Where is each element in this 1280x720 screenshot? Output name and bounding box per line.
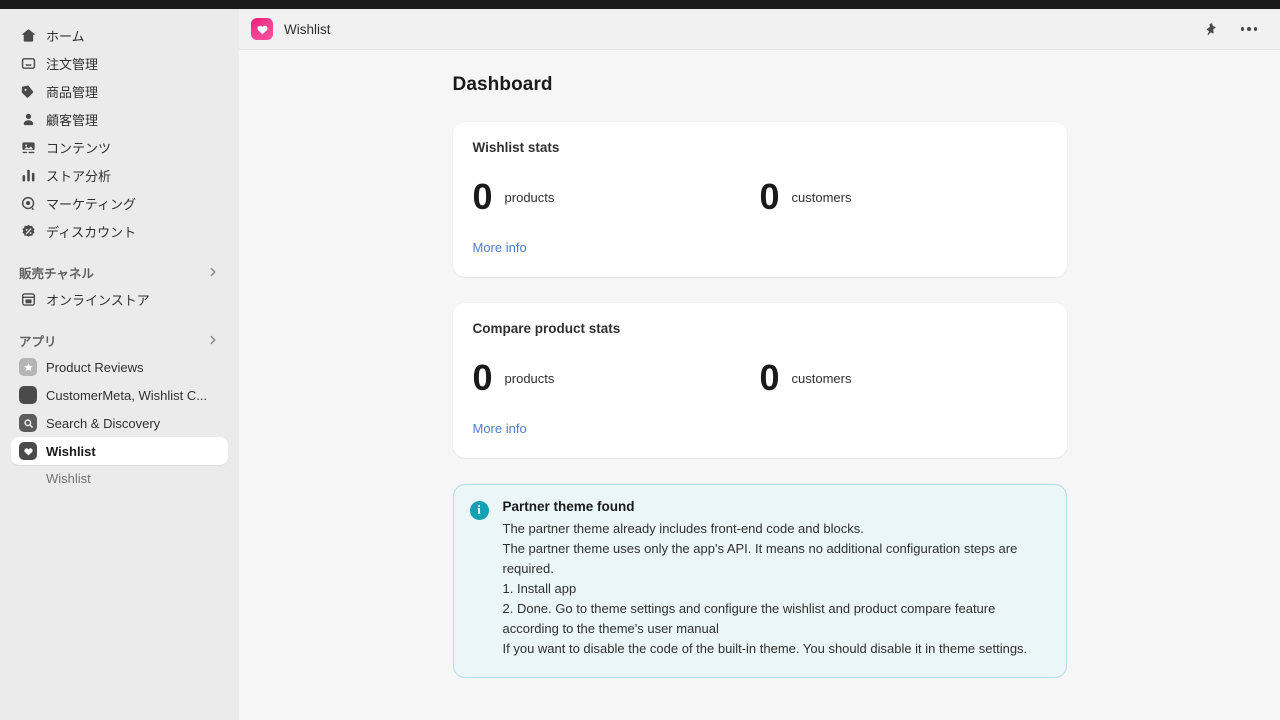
banner-line: If you want to disable the code of the b… bbox=[502, 641, 1028, 656]
partner-theme-banner: i Partner theme found The partner theme … bbox=[452, 484, 1067, 678]
discount-badge-icon bbox=[19, 222, 37, 240]
stat-unit: products bbox=[504, 189, 555, 205]
stat-customers: 0 customers bbox=[760, 360, 1047, 396]
stat-value: 0 bbox=[472, 176, 493, 217]
stats-row: 0 products 0 customers bbox=[473, 360, 1047, 396]
stat-value: 0 bbox=[759, 176, 780, 217]
home-icon bbox=[19, 26, 37, 44]
more-info-link[interactable]: More info bbox=[473, 421, 527, 436]
card-title: Compare product stats bbox=[472, 321, 621, 336]
sidebar-section-title: 販売チャネル bbox=[19, 266, 94, 281]
compare-product-stats-card: Compare product stats 0 products 0 custo… bbox=[452, 303, 1067, 458]
app-shell: ホーム 注文管理 商品管理 顧客管理 コンテンツ ストア分析 マーケティング デ… bbox=[0, 9, 1280, 720]
sidebar-item-home[interactable]: ホーム bbox=[11, 21, 228, 49]
sidebar-item-label: Search & Discovery bbox=[46, 415, 161, 431]
banner-line: 2. Done. Go to theme settings and config… bbox=[502, 601, 996, 636]
banner-line: The partner theme already includes front… bbox=[502, 521, 864, 536]
banner-line: 1. Install app bbox=[502, 581, 577, 596]
app-header-title: Wishlist bbox=[284, 21, 331, 37]
sidebar-item-orders[interactable]: 注文管理 bbox=[11, 49, 228, 77]
sidebar-item-label: ディスカウント bbox=[46, 224, 137, 240]
card-title: Wishlist stats bbox=[472, 140, 560, 155]
product-tag-icon bbox=[19, 82, 37, 100]
sidebar-item-label: 商品管理 bbox=[46, 84, 99, 100]
stat-value: 0 bbox=[759, 357, 780, 398]
analytics-bar-chart-icon bbox=[19, 166, 37, 184]
stat-customers: 0 customers bbox=[760, 179, 1047, 215]
wishlist-app-icon bbox=[251, 18, 273, 40]
stat-products: 0 products bbox=[473, 179, 760, 215]
square-app-icon bbox=[19, 386, 37, 404]
sidebar-item-label: 顧客管理 bbox=[46, 112, 99, 128]
pin-icon[interactable] bbox=[1200, 18, 1222, 40]
sidebar-item-label: Product Reviews bbox=[46, 359, 144, 375]
stats-row: 0 products 0 customers bbox=[473, 179, 1047, 215]
sidebar: ホーム 注文管理 商品管理 顧客管理 コンテンツ ストア分析 マーケティング デ… bbox=[0, 9, 239, 720]
sidebar-section-sales-channels[interactable]: 販売チャネル bbox=[11, 259, 228, 285]
page-content: Dashboard Wishlist stats 0 products 0 cu… bbox=[239, 50, 1280, 720]
sidebar-section-title: アプリ bbox=[19, 334, 57, 349]
app-header-left: Wishlist bbox=[251, 18, 1200, 40]
sidebar-item-label: ホーム bbox=[46, 28, 85, 44]
star-app-icon bbox=[19, 358, 37, 376]
sidebar-subitem-wishlist[interactable]: Wishlist bbox=[11, 465, 228, 491]
sidebar-item-marketing[interactable]: マーケティング bbox=[11, 189, 228, 217]
stat-unit: products bbox=[504, 370, 555, 386]
more-info-link[interactable]: More info bbox=[473, 240, 527, 255]
marketing-target-icon bbox=[19, 194, 37, 212]
customer-person-icon bbox=[19, 110, 37, 128]
sidebar-item-label: マーケティング bbox=[46, 196, 136, 212]
sidebar-item-label: ストア分析 bbox=[46, 168, 112, 184]
search-app-icon bbox=[19, 414, 37, 432]
sidebar-subitem-label: Wishlist bbox=[46, 470, 91, 486]
chevron-right-icon[interactable] bbox=[206, 265, 220, 279]
sidebar-item-label: CustomerMeta, Wishlist C... bbox=[46, 387, 208, 403]
stat-unit: customers bbox=[791, 189, 852, 205]
chevron-right-icon[interactable] bbox=[206, 333, 220, 347]
sidebar-item-customermeta[interactable]: CustomerMeta, Wishlist C... bbox=[11, 381, 228, 409]
sidebar-item-label: 注文管理 bbox=[46, 56, 99, 72]
sidebar-item-search-discovery[interactable]: Search & Discovery bbox=[11, 409, 228, 437]
info-icon: i bbox=[469, 501, 489, 520]
sidebar-item-analytics[interactable]: ストア分析 bbox=[11, 161, 228, 189]
more-horizontal-icon[interactable] bbox=[1238, 18, 1260, 40]
sidebar-item-wishlist[interactable]: Wishlist bbox=[11, 437, 228, 465]
online-store-icon bbox=[19, 290, 37, 308]
sidebar-item-label: コンテンツ bbox=[46, 140, 112, 156]
stat-unit: customers bbox=[791, 370, 852, 386]
sidebar-main-nav: ホーム 注文管理 商品管理 顧客管理 コンテンツ ストア分析 マーケティング デ… bbox=[0, 21, 239, 245]
main-area: Wishlist Dashboard Wishlist stats 0 prod… bbox=[239, 9, 1280, 720]
sidebar-section-apps[interactable]: アプリ bbox=[11, 327, 228, 353]
sidebar-item-discounts[interactable]: ディスカウント bbox=[11, 217, 228, 245]
sidebar-item-products[interactable]: 商品管理 bbox=[11, 77, 228, 105]
wishlist-stats-card: Wishlist stats 0 products 0 customers Mo… bbox=[452, 122, 1067, 277]
heart-app-icon bbox=[19, 442, 37, 460]
window-top-strip bbox=[0, 0, 1280, 9]
sidebar-item-label: Wishlist bbox=[46, 443, 96, 459]
stat-products: 0 products bbox=[473, 360, 760, 396]
sidebar-item-content[interactable]: コンテンツ bbox=[11, 133, 228, 161]
banner-body: Partner theme found The partner theme al… bbox=[503, 499, 1050, 659]
orders-inbox-icon bbox=[19, 54, 37, 72]
page-container: Dashboard Wishlist stats 0 products 0 cu… bbox=[452, 74, 1067, 678]
app-header-actions bbox=[1200, 18, 1260, 40]
app-header-bar: Wishlist bbox=[239, 9, 1280, 50]
sidebar-item-customers[interactable]: 顧客管理 bbox=[11, 105, 228, 133]
stat-value: 0 bbox=[472, 357, 493, 398]
banner-line: The partner theme uses only the app's AP… bbox=[502, 541, 1018, 576]
content-media-icon bbox=[19, 138, 37, 156]
banner-title: Partner theme found bbox=[502, 499, 635, 514]
sidebar-item-label: オンラインストア bbox=[46, 292, 150, 308]
sidebar-item-product-reviews[interactable]: Product Reviews bbox=[11, 353, 228, 381]
sidebar-item-online-store[interactable]: オンラインストア bbox=[11, 285, 228, 313]
page-title: Dashboard bbox=[452, 74, 553, 95]
